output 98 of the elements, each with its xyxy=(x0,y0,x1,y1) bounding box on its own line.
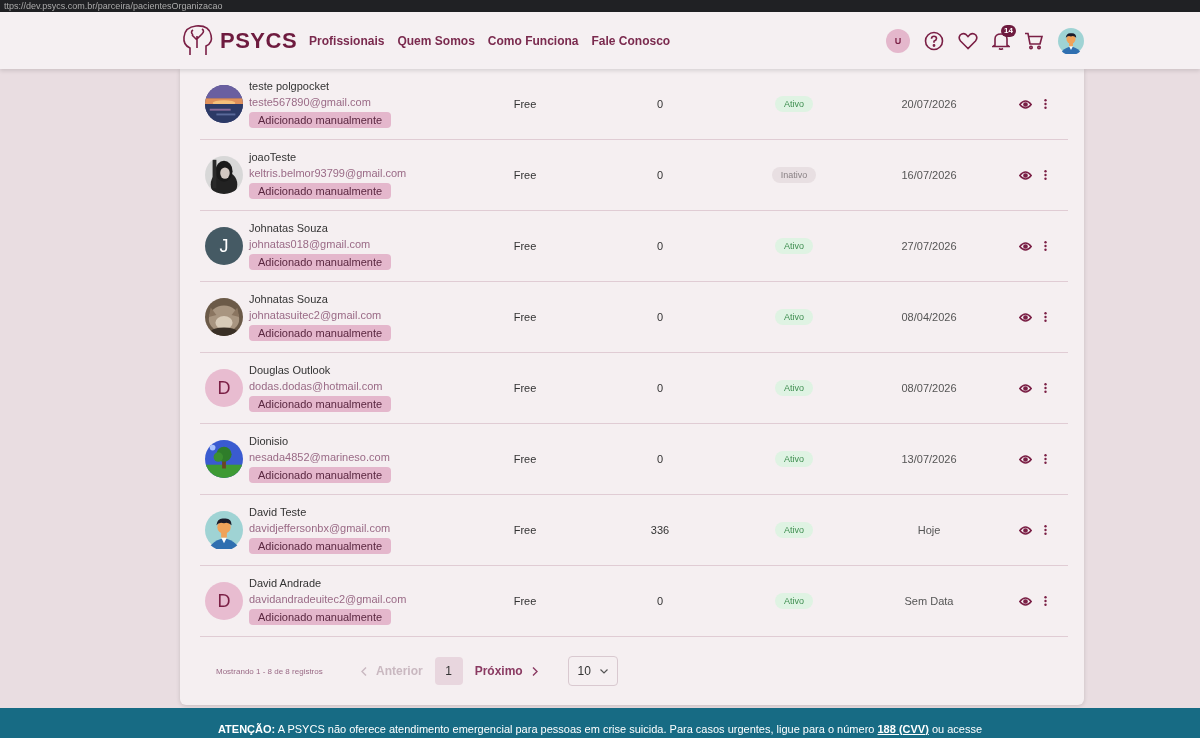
letter-avatar: D xyxy=(205,582,243,620)
view-icon[interactable] xyxy=(1018,99,1032,109)
chevron-left-icon xyxy=(361,666,367,676)
plan-cell: Free xyxy=(513,453,537,465)
view-icon[interactable] xyxy=(1018,170,1032,180)
date-cell: 13/07/2026 xyxy=(901,453,957,465)
status-badge: Ativo xyxy=(775,522,813,538)
plan-cell: Free xyxy=(513,240,537,252)
bell-icon[interactable] xyxy=(992,31,1010,50)
heart-icon[interactable] xyxy=(958,31,978,50)
count-cell: 0 xyxy=(656,98,664,110)
source-tag: Adicionado manualmente xyxy=(249,396,392,412)
count-cell: 336 xyxy=(650,524,670,536)
source-tag: Adicionado manualmente xyxy=(249,112,392,128)
person-avatar-icon xyxy=(205,511,243,549)
emergency-notice: ATENÇÃO: A PSYCS não oferece atendimento emergencial para pessoas em crise suicida. Para casos urgentes, ligue para o número 188 (CVV) ou acesse xyxy=(217,723,983,735)
view-icon[interactable] xyxy=(1018,383,1032,393)
nav-link[interactable]: Profissionais xyxy=(309,33,385,48)
patient-email: davidandradeuitec2@gmail.com xyxy=(249,593,407,605)
nav-link[interactable]: Quem Somos xyxy=(397,33,475,48)
user-avatar-icon xyxy=(1058,27,1084,54)
plan-cell: Free xyxy=(513,169,537,181)
date-cell: 20/07/2026 xyxy=(901,98,957,110)
more-options-icon[interactable] xyxy=(1043,596,1047,606)
view-icon[interactable] xyxy=(1018,241,1032,251)
patient-email: davidjeffersonbx@gmail.com xyxy=(249,522,391,534)
user-initial-avatar[interactable]: U xyxy=(886,28,910,53)
date-cell: 08/07/2026 xyxy=(901,382,957,394)
more-options-icon[interactable] xyxy=(1043,383,1047,393)
date-cell: 08/04/2026 xyxy=(901,311,957,323)
address-bar-url[interactable]: ttps://dev.psycs.com.br/parceira/pacientesOrganizacao xyxy=(4,0,223,12)
more-options-icon[interactable] xyxy=(1043,170,1047,180)
date-cell: Sem Data xyxy=(904,595,954,607)
source-tag: Adicionado manualmente xyxy=(249,467,392,483)
status-badge: Inativo xyxy=(771,167,817,183)
cart-icon[interactable] xyxy=(1024,31,1044,50)
patient-email: dodas.dodas@hotmail.com xyxy=(249,380,383,392)
status-badge: Ativo xyxy=(775,96,813,112)
view-icon[interactable] xyxy=(1018,596,1032,606)
patient-name: Douglas Outlook xyxy=(249,364,331,376)
source-tag: Adicionado manualmente xyxy=(249,325,392,341)
plan-cell: Free xyxy=(513,98,537,110)
count-cell: 0 xyxy=(656,240,664,252)
count-cell: 0 xyxy=(656,382,664,394)
source-tag: Adicionado manualmente xyxy=(249,538,392,554)
more-options-icon[interactable] xyxy=(1043,241,1047,251)
status-badge: Ativo xyxy=(775,238,813,254)
source-tag: Adicionado manualmente xyxy=(249,183,392,199)
patient-name: David Andrade xyxy=(249,577,322,589)
page-number-button[interactable]: 1 xyxy=(434,657,463,685)
patient-email: nesada4852@marineso.com xyxy=(249,451,390,463)
help-icon[interactable] xyxy=(924,30,944,51)
page-size-select[interactable]: 10 xyxy=(567,656,618,686)
plan-cell: Free xyxy=(513,595,537,607)
chevron-down-icon xyxy=(599,668,608,674)
records-summary: Mostrando 1 - 8 de 8 registros xyxy=(216,666,324,676)
more-options-icon[interactable] xyxy=(1043,454,1047,464)
patient-name: Johnatas Souza xyxy=(249,293,328,305)
patient-email: teste567890@gmail.com xyxy=(249,96,371,108)
status-badge: Ativo xyxy=(775,380,813,396)
count-cell: 0 xyxy=(656,169,664,181)
next-page-button[interactable]: Próximo xyxy=(474,664,538,678)
more-options-icon[interactable] xyxy=(1043,525,1047,535)
count-cell: 0 xyxy=(656,311,664,323)
patient-name: Johnatas Souza xyxy=(249,222,328,234)
date-cell: Hoje xyxy=(917,524,941,536)
patient-email: johnatasuitec2@gmail.com xyxy=(249,309,382,321)
patient-name: Dionisio xyxy=(249,435,289,447)
plan-cell: Free xyxy=(513,382,537,394)
count-cell: 0 xyxy=(656,595,664,607)
patient-name: David Teste xyxy=(249,506,307,518)
source-tag: Adicionado manualmente xyxy=(249,609,392,625)
view-icon[interactable] xyxy=(1018,312,1032,322)
view-icon[interactable] xyxy=(1018,454,1032,464)
more-options-icon[interactable] xyxy=(1043,99,1047,109)
notification-badge: 14 xyxy=(1001,25,1016,37)
more-options-icon[interactable] xyxy=(1043,312,1047,322)
letter-avatar: J xyxy=(205,227,243,265)
view-icon[interactable] xyxy=(1018,525,1032,535)
count-cell: 0 xyxy=(656,453,664,465)
plan-cell: Free xyxy=(513,311,537,323)
patient-name: teste polgpocket xyxy=(249,80,330,92)
status-badge: Ativo xyxy=(775,451,813,467)
patient-email: johnatas018@gmail.com xyxy=(249,238,371,250)
source-tag: Adicionado manualmente xyxy=(249,254,392,270)
status-badge: Ativo xyxy=(775,309,813,325)
chevron-right-icon xyxy=(531,666,538,676)
nav-link[interactable]: Como Funciona xyxy=(487,33,579,48)
nav-link[interactable]: Fale Conosco xyxy=(591,33,671,48)
patient-email: keltris.belmor93799@gmail.com xyxy=(249,167,407,179)
plan-cell: Free xyxy=(513,524,537,536)
patient-name: joaoTeste xyxy=(249,151,297,163)
status-badge: Ativo xyxy=(775,593,813,609)
letter-avatar: D xyxy=(205,369,243,407)
cvv-link[interactable]: 188 (CVV) xyxy=(877,723,929,735)
date-cell: 16/07/2026 xyxy=(901,169,957,181)
date-cell: 27/07/2026 xyxy=(901,240,957,252)
brand-name: PSYCS xyxy=(220,27,298,54)
